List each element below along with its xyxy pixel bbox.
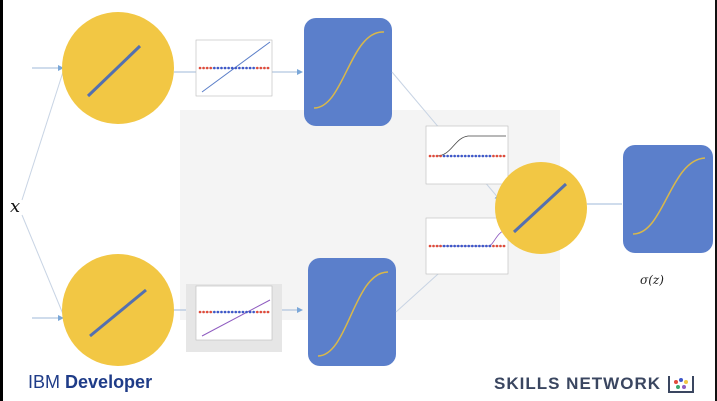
output-sigma-label: σ(z): [640, 273, 664, 287]
red-data-point: [259, 66, 263, 70]
plot-sigmoid-top: [425, 125, 509, 185]
red-data-point: [502, 154, 506, 158]
red-data-point: [495, 154, 499, 158]
blue-data-point: [470, 154, 474, 158]
red-data-point: [492, 244, 495, 248]
blue-data-point: [485, 154, 488, 158]
blue-data-point: [481, 244, 485, 248]
blue-data-point: [227, 310, 230, 314]
blue-data-point: [234, 310, 238, 314]
ibm-developer-logo: IBM Developer: [28, 372, 153, 392]
red-data-point: [435, 244, 439, 248]
blue-data-point: [467, 154, 471, 158]
red-data-point: [255, 66, 259, 70]
red-data-point: [495, 244, 499, 248]
red-data-point: [259, 310, 263, 314]
red-data-point: [499, 154, 502, 158]
blue-data-point: [460, 244, 464, 248]
blue-data-point: [220, 310, 223, 314]
red-data-point: [439, 244, 442, 248]
plot-sigmoid-bottom: [425, 217, 509, 275]
red-data-point: [255, 310, 259, 314]
red-data-point: [499, 244, 502, 248]
plot-linear-top: [195, 39, 273, 97]
skills-network-icon: [668, 376, 694, 393]
blue-data-point: [248, 310, 252, 314]
blue-data-point: [230, 310, 234, 314]
red-data-point: [263, 310, 266, 314]
blue-data-point: [453, 154, 456, 158]
red-data-point: [205, 310, 209, 314]
blue-data-point: [216, 310, 220, 314]
blue-data-point: [213, 66, 216, 70]
blue-data-point: [442, 244, 446, 248]
red-data-point: [432, 244, 435, 248]
blue-data-point: [245, 310, 248, 314]
blue-data-point: [245, 66, 248, 70]
red-data-point: [266, 66, 270, 70]
red-data-point: [198, 310, 202, 314]
skills-network-logo: SKILLS NETWORK: [494, 374, 661, 393]
blue-data-point: [238, 310, 241, 314]
blue-data-point: [478, 154, 481, 158]
blue-data-point: [223, 66, 227, 70]
blue-data-point: [488, 154, 492, 158]
blue-data-point: [488, 244, 492, 248]
blue-data-point: [213, 310, 216, 314]
blue-data-point: [481, 154, 485, 158]
blue-data-point: [234, 66, 238, 70]
red-data-point: [209, 310, 213, 314]
blue-data-point: [223, 310, 227, 314]
blue-data-point: [463, 154, 467, 158]
blue-data-point: [216, 66, 220, 70]
red-data-point: [439, 154, 442, 158]
blue-data-point: [449, 244, 453, 248]
red-data-point: [263, 66, 266, 70]
blue-data-point: [227, 66, 230, 70]
input-edge-top: [21, 71, 64, 201]
blue-data-point: [230, 66, 234, 70]
red-data-point: [432, 154, 435, 158]
blue-data-point: [252, 310, 255, 314]
blue-data-point: [446, 154, 449, 158]
activation-box-output: [623, 145, 713, 253]
blue-data-point: [442, 154, 446, 158]
activation-box-top: [304, 18, 392, 126]
red-data-point: [492, 154, 495, 158]
red-data-point: [428, 154, 432, 158]
input-x-label: x: [10, 196, 20, 217]
red-data-point: [202, 66, 205, 70]
network-diagram: x σ(z): [10, 12, 713, 366]
red-data-point: [202, 310, 205, 314]
blue-data-point: [456, 154, 460, 158]
blue-data-point: [453, 244, 456, 248]
plot-linear-bottom: [186, 284, 282, 352]
blue-data-point: [446, 244, 449, 248]
red-data-point: [205, 66, 209, 70]
red-data-point: [502, 244, 506, 248]
blue-data-point: [456, 244, 460, 248]
blue-data-point: [474, 244, 478, 248]
red-data-point: [428, 244, 432, 248]
blue-data-point: [241, 66, 245, 70]
blue-data-point: [248, 66, 252, 70]
neuron-bottom: [62, 254, 174, 366]
blue-data-point: [470, 244, 474, 248]
red-data-point: [198, 66, 202, 70]
red-data-point: [266, 310, 270, 314]
red-data-point: [435, 154, 439, 158]
blue-data-point: [460, 154, 464, 158]
blue-data-point: [474, 154, 478, 158]
blue-data-point: [463, 244, 467, 248]
blue-data-point: [220, 66, 223, 70]
blue-data-point: [485, 244, 488, 248]
blue-data-point: [467, 244, 471, 248]
blue-data-point: [449, 154, 453, 158]
red-data-point: [209, 66, 213, 70]
blue-data-point: [478, 244, 481, 248]
blue-data-point: [252, 66, 255, 70]
blue-data-point: [241, 310, 245, 314]
blue-data-point: [238, 66, 241, 70]
input-edge-bottom: [21, 214, 64, 315]
